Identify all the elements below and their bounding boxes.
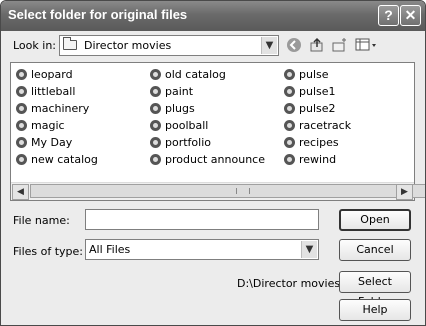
movie-file-icon — [150, 154, 161, 165]
file-name-input[interactable] — [85, 209, 319, 230]
dialog-title: Select folder for original files — [8, 7, 188, 22]
movie-file-icon — [284, 69, 295, 80]
scroll-left-icon[interactable]: ◀ — [12, 184, 29, 200]
list-item[interactable]: product announce — [148, 151, 265, 168]
file-type-dropdown[interactable]: All Files ▼ — [85, 239, 319, 260]
grip-icon — [236, 188, 250, 194]
movie-file-icon — [284, 103, 295, 114]
list-item[interactable]: pulse — [282, 66, 351, 83]
file-column-1: leopard littleball machinery magic My Da… — [14, 66, 98, 168]
file-type-label: Files of type: — [13, 245, 84, 258]
list-item[interactable]: plugs — [148, 100, 265, 117]
list-item[interactable]: machinery — [14, 100, 98, 117]
movie-file-icon — [16, 154, 27, 165]
movie-file-icon — [150, 69, 161, 80]
list-item[interactable]: My Day — [14, 134, 98, 151]
chevron-down-icon[interactable]: ▼ — [301, 241, 317, 258]
help-icon[interactable]: ? — [378, 5, 399, 26]
folder-icon — [63, 37, 77, 50]
select-folder-button[interactable]: Select Folder — [339, 271, 411, 308]
movie-file-icon — [16, 86, 27, 97]
list-item[interactable]: new catalog — [14, 151, 98, 168]
file-column-2: old catalog paint plugs poolball portfol… — [148, 66, 265, 168]
cancel-button[interactable]: Cancel — [339, 239, 411, 261]
list-item[interactable]: racetrack — [282, 117, 351, 134]
list-item[interactable]: poolball — [148, 117, 265, 134]
back-icon[interactable] — [285, 37, 303, 55]
list-item[interactable]: magic — [14, 117, 98, 134]
file-column-3: pulse pulse1 pulse2 racetrack recipes re… — [282, 66, 351, 168]
list-item[interactable]: leopard — [14, 66, 98, 83]
movie-file-icon — [150, 86, 161, 97]
list-item[interactable]: pulse2 — [282, 100, 351, 117]
movie-file-icon — [16, 120, 27, 131]
open-button[interactable]: Open — [339, 209, 411, 231]
movie-file-icon — [150, 137, 161, 148]
movie-file-icon — [16, 69, 27, 80]
select-folder-dialog: Select folder for original files ? ✕ Loo… — [0, 0, 426, 326]
list-item[interactable]: paint — [148, 83, 265, 100]
file-list[interactable]: leopard littleball machinery magic My Da… — [10, 62, 425, 201]
up-folder-icon[interactable] — [308, 37, 326, 55]
look-in-dropdown[interactable]: Director movies ▼ — [59, 35, 279, 56]
title-bar[interactable]: Select folder for original files ? ✕ — [1, 1, 425, 31]
movie-file-icon — [150, 103, 161, 114]
horizontal-scrollbar[interactable]: ◀ ▶ — [11, 182, 425, 200]
look-in-value: Director movies — [84, 39, 172, 52]
view-menu-icon[interactable] — [354, 37, 380, 55]
list-item[interactable]: rewind — [282, 151, 351, 168]
movie-file-icon — [150, 120, 161, 131]
file-type-value: All Files — [89, 243, 131, 256]
help-button[interactable]: Help — [339, 299, 411, 321]
movie-file-icon — [284, 86, 295, 97]
scroll-thumb[interactable] — [30, 184, 425, 198]
current-path-label: D:\Director movies — [237, 277, 341, 290]
list-item[interactable]: littleball — [14, 83, 98, 100]
movie-file-icon — [16, 103, 27, 114]
movie-file-icon — [284, 120, 295, 131]
chevron-down-icon[interactable]: ▼ — [261, 37, 277, 54]
list-item[interactable]: recipes — [282, 134, 351, 151]
movie-file-icon — [284, 137, 295, 148]
new-folder-icon[interactable] — [331, 37, 349, 55]
look-in-label: Look in: — [13, 39, 56, 52]
list-item[interactable]: portfolio — [148, 134, 265, 151]
close-icon[interactable]: ✕ — [400, 5, 421, 26]
list-item[interactable]: old catalog — [148, 66, 265, 83]
list-item[interactable]: pulse1 — [282, 83, 351, 100]
movie-file-icon — [284, 154, 295, 165]
scroll-right-icon[interactable]: ▶ — [396, 184, 413, 200]
file-name-label: File name: — [13, 214, 70, 227]
movie-file-icon — [16, 137, 27, 148]
